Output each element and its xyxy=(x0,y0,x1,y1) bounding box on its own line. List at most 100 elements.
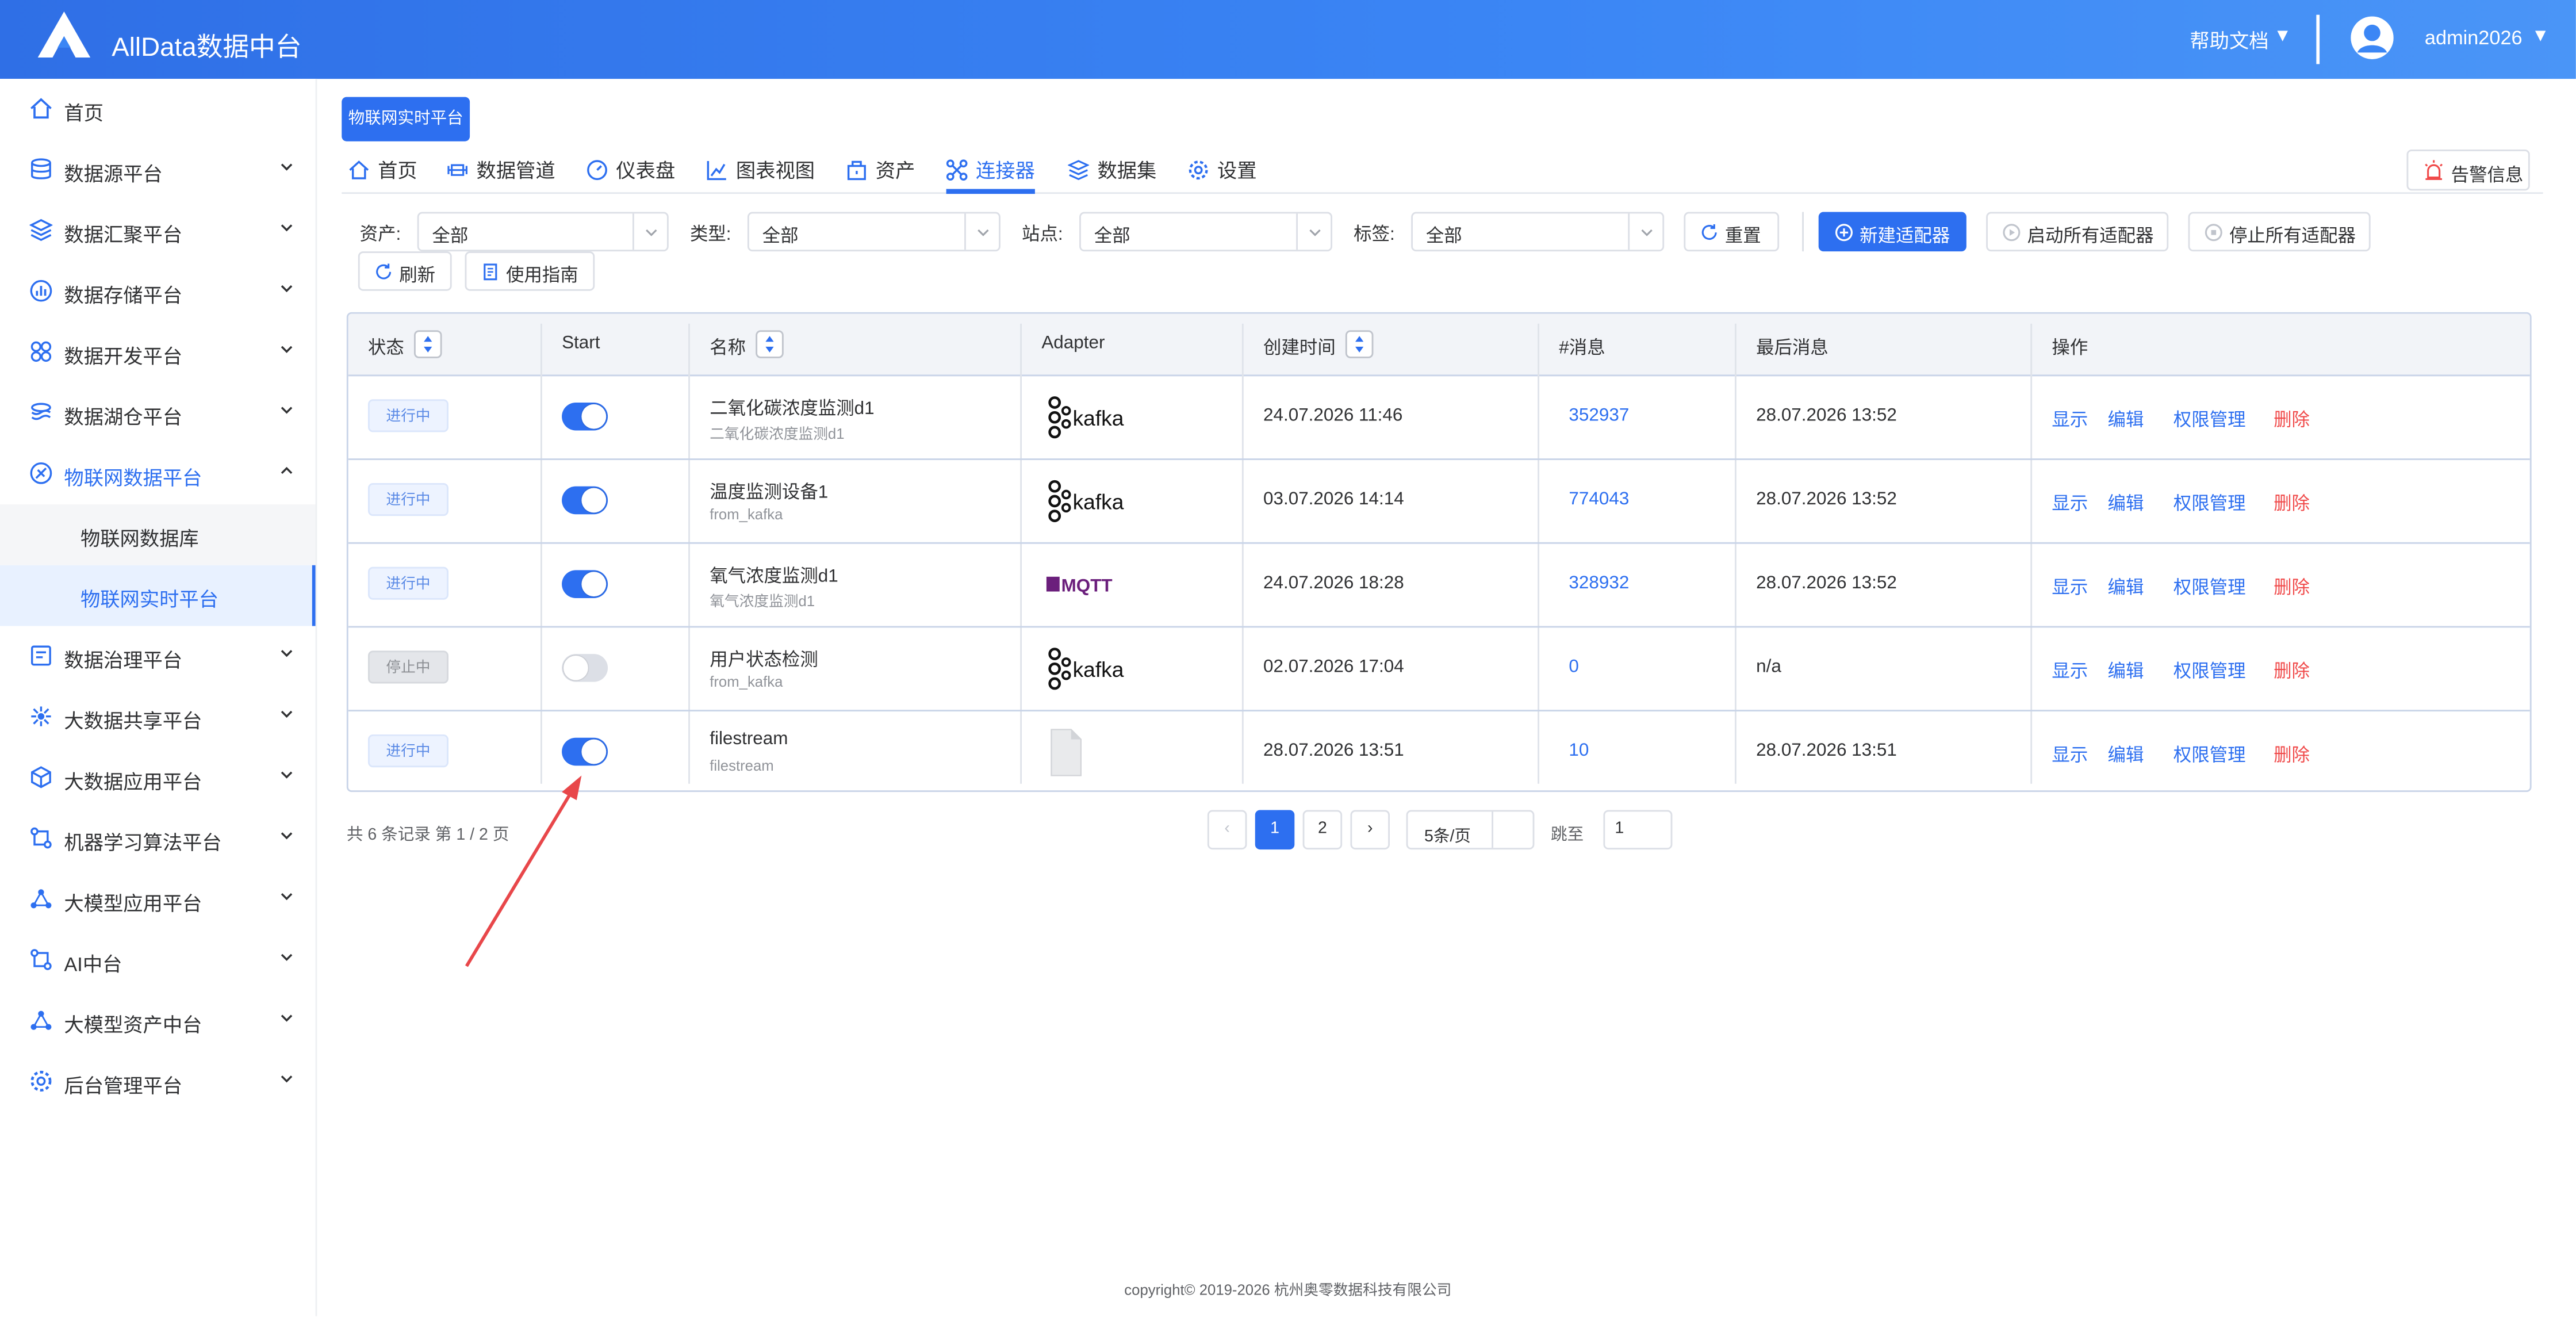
tab-settings[interactable]: 设置 xyxy=(1188,156,1257,194)
sidebar-item-share[interactable]: 大数据共享平台 xyxy=(0,687,316,748)
start-toggle[interactable] xyxy=(562,402,608,431)
message-count-link[interactable]: 328932 xyxy=(1569,573,1629,593)
page-size-select[interactable]: 5条/页 xyxy=(1406,810,1535,850)
edit-action-link[interactable]: 编辑 xyxy=(2108,657,2144,684)
page-2-button[interactable]: 2 xyxy=(1302,810,1343,850)
edit-action-link[interactable]: 编辑 xyxy=(2108,406,2144,432)
prev-page-button[interactable]: ‹ xyxy=(1207,810,1247,850)
sidebar-item-llm-app[interactable]: 大模型应用平台 xyxy=(0,869,316,930)
start-toggle[interactable] xyxy=(562,654,608,682)
help-caret-icon[interactable]: ▼ xyxy=(2274,26,2291,46)
tab-home[interactable]: 首页 xyxy=(348,156,417,194)
tab-datasets[interactable]: 数据集 xyxy=(1068,156,1156,194)
chevron-down-icon xyxy=(632,213,667,250)
last-message-time: 28.07.2026 13:52 xyxy=(1756,405,1897,426)
tab-assets[interactable]: 资产 xyxy=(846,156,915,194)
sidebar-subitem-iot-realtime[interactable]: 物联网实时平台 xyxy=(0,565,316,626)
reset-icon xyxy=(1701,224,1717,240)
adapter-subname: 氧气浓度监测d1 xyxy=(710,593,815,610)
user-caret-icon[interactable]: ▼ xyxy=(2532,26,2550,46)
sidebar-item-lakehouse[interactable]: 数据湖仓平台 xyxy=(0,383,316,444)
sidebar-item-storage[interactable]: 数据存储平台 xyxy=(0,261,316,322)
stop-all-adapters-button[interactable]: 停止所有适配器 xyxy=(2188,212,2371,252)
alarm-info-button[interactable]: 告警信息 xyxy=(2406,149,2530,191)
tab-label: 设置 xyxy=(1217,159,1257,183)
sidebar-item-ai[interactable]: AI中台 xyxy=(0,930,316,991)
delete-action-link[interactable]: 删除 xyxy=(2274,406,2310,432)
start-toggle[interactable] xyxy=(562,737,608,766)
storage-chart-icon xyxy=(30,280,52,302)
type-filter-select[interactable]: 全部 xyxy=(747,212,1000,252)
show-action-link[interactable]: 显示 xyxy=(2052,741,2088,768)
asset-icon xyxy=(847,160,866,181)
edit-action-link[interactable]: 编辑 xyxy=(2108,489,2144,516)
status-badge: 进行中 xyxy=(367,734,448,768)
sidebar-item-application[interactable]: 大数据应用平台 xyxy=(0,748,316,809)
adapter-subname: from_kafka xyxy=(710,673,783,690)
model-icon xyxy=(30,889,52,909)
start-toggle[interactable] xyxy=(562,486,608,515)
site-filter-select[interactable]: 全部 xyxy=(1079,212,1333,252)
permission-action-link[interactable]: 权限管理 xyxy=(2174,741,2246,768)
status-badge: 进行中 xyxy=(367,566,448,600)
show-action-link[interactable]: 显示 xyxy=(2052,657,2088,684)
sidebar-item-governance[interactable]: 数据治理平台 xyxy=(0,626,316,687)
edit-action-link[interactable]: 编辑 xyxy=(2108,741,2144,768)
sidebar-item-development[interactable]: 数据开发平台 xyxy=(0,322,316,383)
sidebar-item-home[interactable]: 首页 xyxy=(0,79,316,140)
help-docs-link[interactable]: 帮助文档 xyxy=(2190,26,2268,55)
sidebar-subitem-iot-database[interactable]: 物联网数据库 xyxy=(0,504,316,565)
tab-dashboard[interactable]: 仪表盘 xyxy=(586,156,675,194)
tab-chart-view[interactable]: 图表视图 xyxy=(707,156,815,194)
sidebar-item-ml[interactable]: 机器学习算法平台 xyxy=(0,809,316,870)
tab-pipeline[interactable]: 数据管道 xyxy=(447,156,555,194)
permission-action-link[interactable]: 权限管理 xyxy=(2174,406,2246,432)
asset-filter-select[interactable]: 全部 xyxy=(417,212,669,252)
tag-filter-select[interactable]: 全部 xyxy=(1411,212,1665,252)
sidebar-subitem-label: 物联网实时平台 xyxy=(80,588,219,611)
stop-all-label: 停止所有适配器 xyxy=(2229,227,2356,247)
chevron-down-icon xyxy=(964,213,999,250)
next-page-button[interactable]: › xyxy=(1350,810,1390,850)
sidebar-item-llm-asset[interactable]: 大模型资产中台 xyxy=(0,991,316,1052)
delete-action-link[interactable]: 删除 xyxy=(2274,657,2310,684)
sidebar-item-iot[interactable]: 物联网数据平台 xyxy=(0,443,316,504)
show-action-link[interactable]: 显示 xyxy=(2052,573,2088,600)
reset-label: 重置 xyxy=(1724,227,1761,247)
user-name-menu[interactable]: admin2026 xyxy=(2425,26,2523,49)
delete-action-link[interactable]: 删除 xyxy=(2274,573,2310,600)
new-adapter-button[interactable]: 新建适配器 xyxy=(1818,212,1966,252)
sidebar-item-datasource[interactable]: 数据源平台 xyxy=(0,140,316,201)
start-toggle[interactable] xyxy=(562,570,608,598)
user-avatar-icon[interactable] xyxy=(2351,16,2394,59)
sidebar-item-aggregation[interactable]: 数据汇聚平台 xyxy=(0,201,316,262)
delete-action-link[interactable]: 删除 xyxy=(2274,741,2310,768)
permission-action-link[interactable]: 权限管理 xyxy=(2174,657,2246,684)
edit-action-link[interactable]: 编辑 xyxy=(2108,573,2144,600)
sort-name-button[interactable] xyxy=(756,330,784,358)
status-badge: 停止中 xyxy=(367,650,448,684)
message-count-link[interactable]: 10 xyxy=(1569,741,1589,761)
message-count-link[interactable]: 352937 xyxy=(1569,406,1629,426)
sidebar-item-label: 数据开发平台 xyxy=(64,344,183,368)
user-guide-button[interactable]: 使用指南 xyxy=(465,251,595,291)
show-action-link[interactable]: 显示 xyxy=(2052,406,2088,432)
show-action-link[interactable]: 显示 xyxy=(2052,489,2088,516)
delete-action-link[interactable]: 删除 xyxy=(2274,489,2310,516)
sort-created-button[interactable] xyxy=(1345,330,1374,358)
start-all-adapters-button[interactable]: 启动所有适配器 xyxy=(1986,212,2169,252)
reset-button[interactable]: 重置 xyxy=(1684,212,1780,252)
message-count-link[interactable]: 774043 xyxy=(1569,489,1629,509)
app-title: AllData数据中台 xyxy=(112,34,302,63)
breadcrumb[interactable]: 物联网实时平台 xyxy=(342,97,470,141)
refresh-button[interactable]: 刷新 xyxy=(358,251,452,291)
adapter-subname: filestream xyxy=(710,757,774,774)
sidebar-item-admin[interactable]: 后台管理平台 xyxy=(0,1051,316,1112)
jump-to-page-input[interactable]: 1 xyxy=(1603,810,1673,850)
page-1-button[interactable]: 1 xyxy=(1255,810,1295,850)
permission-action-link[interactable]: 权限管理 xyxy=(2174,573,2246,600)
permission-action-link[interactable]: 权限管理 xyxy=(2174,489,2246,516)
tab-connectors[interactable]: 连接器 xyxy=(946,156,1035,194)
sort-status-button[interactable] xyxy=(413,330,442,358)
message-count-link[interactable]: 0 xyxy=(1569,657,1578,677)
